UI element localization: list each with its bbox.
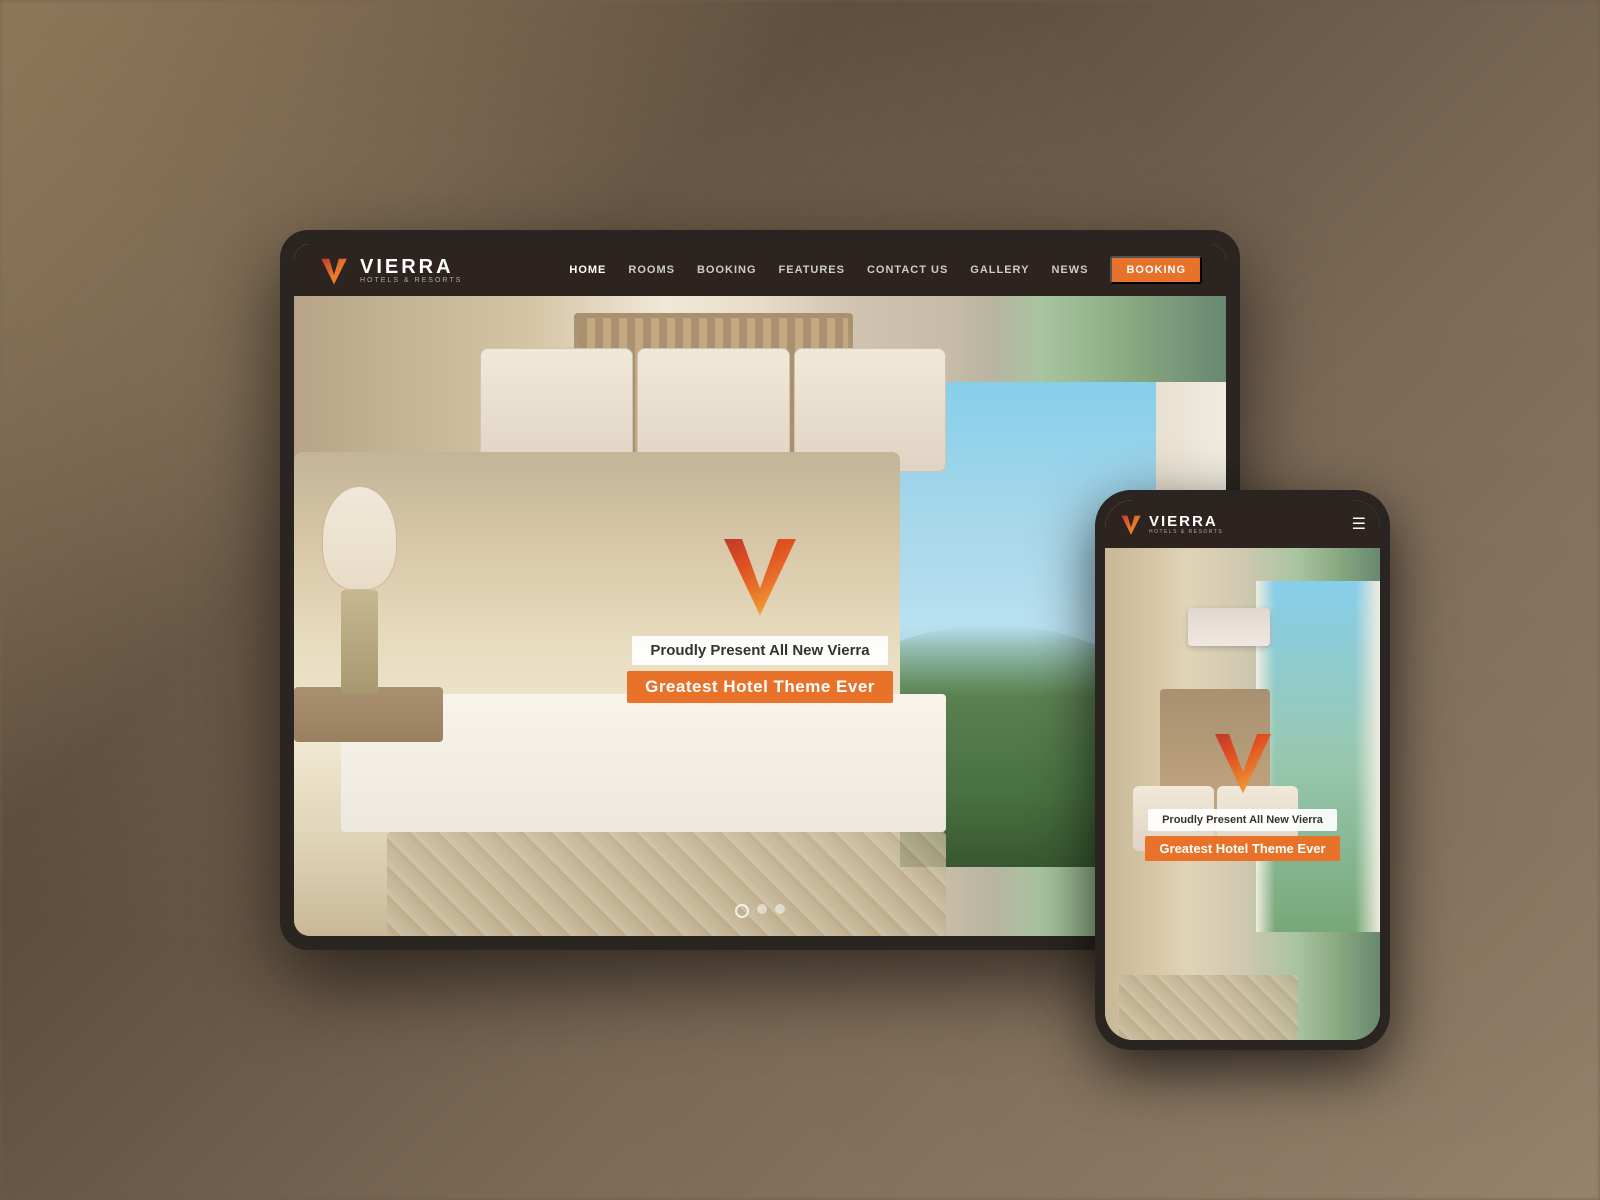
mobile-navbar: VIERRA HOTELS & RESORTS ☰ xyxy=(1105,500,1380,548)
logo-v-icon xyxy=(318,254,350,286)
mobile-hero-v-logo-icon xyxy=(1208,727,1278,797)
navbar: VIERRA HOTELS & RESORTS HOME ROOMS BOOKI… xyxy=(294,244,1226,296)
nav-home[interactable]: HOME xyxy=(569,264,606,276)
nav-links: HOME ROOMS BOOKING FEATURES CONTACT US G… xyxy=(569,256,1202,284)
slider-dots xyxy=(735,904,785,918)
tablet-screen: VIERRA HOTELS & RESORTS HOME ROOMS BOOKI… xyxy=(294,244,1226,936)
mobile-hero-subtitle: Proudly Present All New Vierra xyxy=(1148,809,1337,831)
main-container: VIERRA HOTELS & RESORTS HOME ROOMS BOOKI… xyxy=(0,0,1600,1200)
nav-booking-button[interactable]: BOOKING xyxy=(1110,256,1202,284)
mobile-logo-v-icon xyxy=(1119,512,1143,536)
hero-text-container: Proudly Present All New Vierra Greatest … xyxy=(627,636,893,703)
slider-dot-3[interactable] xyxy=(775,904,785,914)
mobile-logo-sub: HOTELS & RESORTS xyxy=(1149,529,1223,535)
hotel-site: VIERRA HOTELS & RESORTS HOME ROOMS BOOKI… xyxy=(294,244,1226,936)
mobile-logo-area[interactable]: VIERRA HOTELS & RESORTS xyxy=(1119,512,1223,536)
hero-v-logo-icon xyxy=(715,530,805,620)
logo-name: VIERRA xyxy=(360,257,462,277)
slider-dot-2[interactable] xyxy=(757,904,767,914)
nav-features[interactable]: FEATURES xyxy=(779,264,845,276)
slider-dot-1[interactable] xyxy=(735,904,749,918)
mobile-logo-text: VIERRA HOTELS & RESORTS xyxy=(1149,514,1223,535)
logo-text: VIERRA HOTELS & RESORTS xyxy=(360,257,462,284)
nav-rooms[interactable]: ROOMS xyxy=(628,264,675,276)
hero-overlay: Proudly Present All New Vierra Greatest … xyxy=(294,244,1226,936)
logo-sub: HOTELS & RESORTS xyxy=(360,277,462,284)
logo-area[interactable]: VIERRA HOTELS & RESORTS xyxy=(318,254,498,286)
hero-subtitle: Proudly Present All New Vierra xyxy=(632,636,887,665)
hero-title: Greatest Hotel Theme Ever xyxy=(627,671,893,703)
nav-news[interactable]: NEWS xyxy=(1051,264,1088,276)
mobile-hero-title: Greatest Hotel Theme Ever xyxy=(1145,836,1339,861)
nav-contact[interactable]: CONTACT US xyxy=(867,264,948,276)
nav-booking[interactable]: BOOKING xyxy=(697,264,757,276)
mobile-hero-overlay: Proudly Present All New Vierra Greatest … xyxy=(1105,500,1380,1040)
nav-gallery[interactable]: GALLERY xyxy=(970,264,1029,276)
mobile-hero-text-container: Proudly Present All New Vierra Greatest … xyxy=(1145,809,1339,861)
mobile-screen: VIERRA HOTELS & RESORTS ☰ xyxy=(1105,500,1380,1040)
mobile-logo-name: VIERRA xyxy=(1149,514,1223,529)
mobile-device: VIERRA HOTELS & RESORTS ☰ xyxy=(1095,490,1390,1050)
mobile-hamburger-icon[interactable]: ☰ xyxy=(1352,514,1366,534)
